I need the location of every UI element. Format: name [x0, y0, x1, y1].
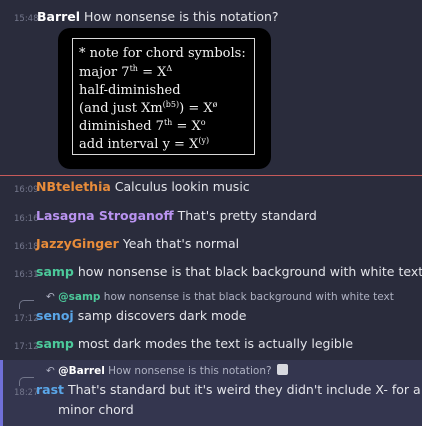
unread-divider	[0, 175, 422, 176]
username[interactable]: samp	[36, 264, 74, 279]
image-attachment-icon	[276, 364, 288, 375]
message-text-line-2: minor chord	[58, 402, 134, 417]
username[interactable]: JazzyGinger	[36, 236, 119, 251]
username[interactable]: NBtelethia	[36, 179, 111, 194]
message-text: Yeah that's normal	[122, 236, 240, 251]
timestamp: 15:48	[14, 14, 39, 24]
message-text: Calculus lookin music	[114, 179, 250, 194]
mention-indicator	[0, 360, 3, 426]
message-text: How nonsense is this notation?	[84, 9, 279, 24]
reply-text: how nonsense is that black background wi…	[103, 291, 394, 303]
reply-text: How nonsense is this notation?	[108, 365, 272, 377]
reply-connector	[19, 300, 34, 309]
timestamp: 16:16	[14, 214, 39, 224]
message-text: most dark modes the text is actually leg…	[77, 336, 354, 351]
image-line: add interval y = X(y)	[79, 136, 210, 152]
message-text-line-1: That's standard but it's weird they didn…	[68, 382, 421, 397]
image-line: * note for chord symbols:	[79, 46, 246, 61]
image-line: diminished 7th = Xo	[79, 118, 206, 134]
image-line: half-diminished	[79, 83, 181, 98]
timestamp: 18:27	[14, 388, 39, 398]
reply-username[interactable]: @samp	[58, 291, 100, 303]
timestamp: 16:31	[14, 270, 39, 280]
timestamp: 17:12	[14, 342, 39, 352]
username[interactable]: Lasagna Stroganoff	[36, 208, 174, 223]
message-text: samp discovers dark mode	[77, 308, 247, 323]
timestamp: 16:09	[14, 185, 39, 195]
username[interactable]: rast	[36, 382, 64, 397]
image-line: (and just Xm(b5)) = Xø	[79, 100, 218, 116]
timestamp: 16:18	[14, 242, 39, 252]
chord-notation-image[interactable]: * note for chord symbols: major 7th = XΔ…	[58, 28, 271, 169]
message-text: That's pretty standard	[177, 208, 317, 223]
message-text: how nonsense is that black background wi…	[77, 264, 422, 279]
reply-username[interactable]: @Barrel	[58, 365, 105, 377]
reply-arrow-icon: ↶	[46, 291, 55, 303]
image-line: major 7th = XΔ	[79, 64, 173, 80]
reply-arrow-icon: ↶	[46, 365, 55, 377]
reply-preview[interactable]: ↶ @samp how nonsense is that black backg…	[46, 291, 394, 303]
timestamp: 17:12	[14, 314, 39, 324]
username[interactable]: senoj	[36, 308, 74, 323]
username[interactable]: samp	[36, 336, 74, 351]
username[interactable]: Barrel	[37, 9, 80, 24]
reply-preview[interactable]: ↶ @Barrel How nonsense is this notation?	[46, 364, 288, 377]
